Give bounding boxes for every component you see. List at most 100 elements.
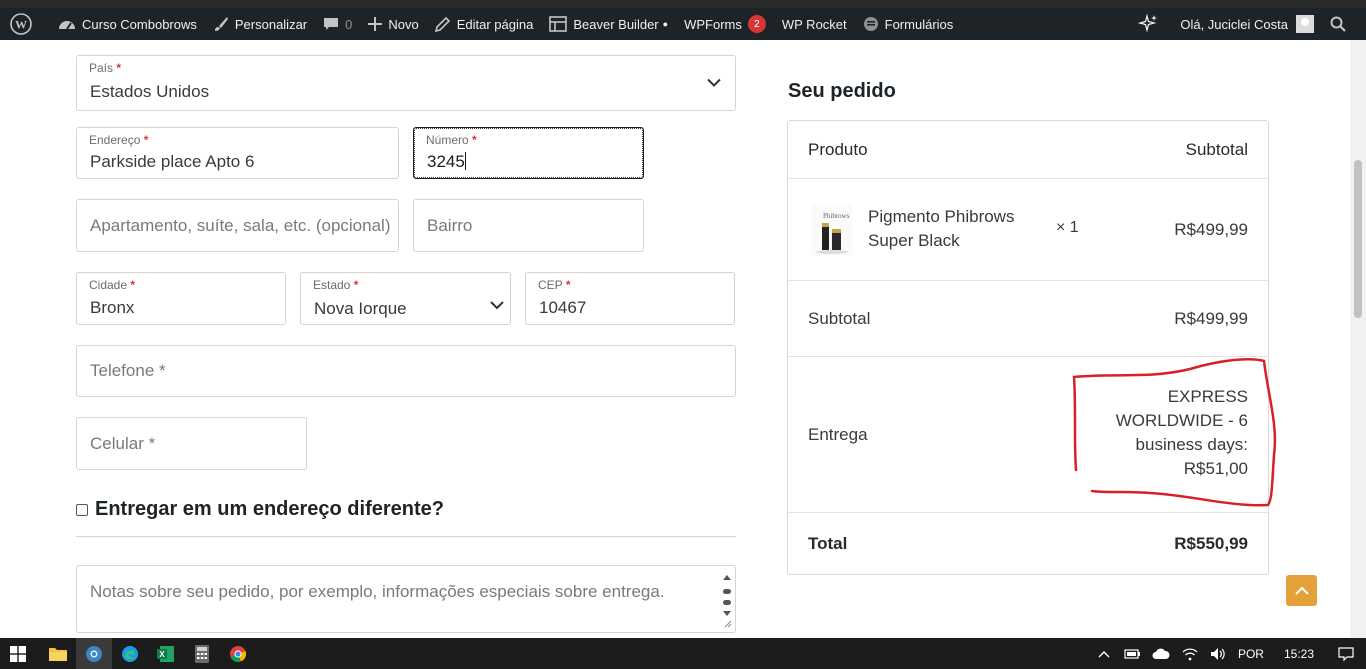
beaver-builder-menu[interactable]: Beaver Builder ● <box>541 8 676 40</box>
chevron-up-icon <box>1294 586 1309 595</box>
order-title: Seu pedido <box>788 80 896 102</box>
country-select[interactable]: País * Estados Unidos <box>76 55 736 111</box>
pencil-icon <box>434 16 450 32</box>
file-explorer-button[interactable] <box>40 638 76 669</box>
svg-text:Phibrows: Phibrows <box>823 212 850 220</box>
phone-field[interactable]: Telefone * <box>76 345 736 397</box>
total-label: Total <box>808 533 848 553</box>
apartment-field[interactable]: Apartamento, suíte, sala, etc. (opcional… <box>76 199 399 252</box>
calculator-button[interactable] <box>184 638 220 669</box>
city-value: Bronx <box>90 298 135 317</box>
greeting-label: Olá, Juciclei Costa <box>1180 16 1288 32</box>
excel-button[interactable]: X <box>148 638 184 669</box>
state-label: Estado * <box>313 278 359 292</box>
status-dot-icon: ● <box>662 19 669 29</box>
apartment-placeholder: Apartamento, suíte, sala, etc. (opcional… <box>90 215 391 235</box>
wpforms-menu[interactable]: WPForms 2 <box>676 8 774 40</box>
windows-taskbar: X POR 15:23 <box>0 638 1366 669</box>
account-menu[interactable]: Olá, Juciclei Costa <box>1172 8 1322 40</box>
checkout-page: País * Estados Unidos Endereço * Parksid… <box>0 40 1350 638</box>
page-scrollbar[interactable] <box>1350 40 1366 638</box>
search-button[interactable] <box>1322 8 1366 40</box>
customize-link[interactable]: Personalizar <box>205 8 315 40</box>
product-name: Pigmento Phibrows Super Black <box>868 207 1015 250</box>
total-value: R$550,99 <box>1174 533 1248 553</box>
edge-button[interactable] <box>112 638 148 669</box>
new-content-menu[interactable]: Novo <box>360 8 426 40</box>
forms-menu[interactable]: Formulários <box>855 8 962 40</box>
comments-count: 0 <box>345 16 353 32</box>
country-label: País * <box>89 61 122 75</box>
customize-label: Personalizar <box>234 16 308 32</box>
city-field[interactable]: Cidade * Bronx <box>76 272 286 325</box>
zip-field[interactable]: CEP * 10467 <box>525 272 735 325</box>
ship-different-label: Entregar em um endereço diferente? <box>95 498 444 520</box>
zip-label: CEP * <box>538 278 571 292</box>
number-label: Número * <box>426 133 477 147</box>
edit-page-link[interactable]: Editar página <box>427 8 542 40</box>
number-value: 3245 <box>427 152 466 171</box>
browser-icon <box>86 645 102 662</box>
comments-link[interactable]: 0 <box>315 8 360 40</box>
textarea-scrollbar[interactable] <box>722 572 732 628</box>
zip-value: 10467 <box>539 298 587 317</box>
address-field[interactable]: Endereço * Parkside place Apto 6 <box>76 127 399 179</box>
chrome-icon <box>230 645 247 662</box>
battery-plug-icon[interactable] <box>1122 648 1140 660</box>
chevron-up-icon[interactable] <box>1098 650 1110 658</box>
folder-icon <box>49 648 67 661</box>
col-subtotal: Subtotal <box>1185 139 1248 159</box>
order-notes-placeholder: Notas sobre seu pedido, por exemplo, inf… <box>90 582 665 601</box>
chevron-down-icon <box>490 301 504 310</box>
chrome-dev-button[interactable] <box>76 638 112 669</box>
volume-icon[interactable] <box>1210 647 1226 661</box>
mobile-placeholder: Celular * <box>90 433 156 453</box>
wordpress-logo-menu[interactable]: W <box>0 8 50 40</box>
neighborhood-placeholder: Bairro <box>427 215 473 235</box>
order-notes-textarea[interactable]: Notas sobre seu pedido, por exemplo, inf… <box>76 565 736 633</box>
phone-placeholder: Telefone * <box>90 361 166 380</box>
windows-logo-icon <box>10 645 26 662</box>
scrollbar-thumb[interactable] <box>1354 160 1362 318</box>
plus-icon <box>368 17 383 31</box>
beaver-builder-label: Beaver Builder <box>573 16 659 32</box>
start-button[interactable] <box>0 638 36 669</box>
clock[interactable]: 15:23 <box>1284 647 1314 661</box>
input-language[interactable]: POR <box>1238 647 1264 661</box>
country-value: Estados Unidos <box>90 82 210 101</box>
new-label: Novo <box>388 16 419 32</box>
site-name-menu[interactable]: Curso Combobrows <box>50 8 205 40</box>
ship-different-toggle[interactable]: Entregar em um endereço diferente? <box>76 498 444 521</box>
forms-label: Formulários <box>884 16 954 32</box>
subtotal-row: Subtotal R$499,99 <box>788 281 1268 357</box>
edit-page-label: Editar página <box>456 16 534 32</box>
neighborhood-field[interactable]: Bairro <box>413 199 644 252</box>
wifi-icon[interactable] <box>1182 647 1198 661</box>
excel-icon: X <box>157 645 174 662</box>
state-select[interactable]: Estado * Nova Iorque <box>300 272 511 325</box>
product-qty: × 1 <box>1056 219 1079 236</box>
beaver-builder-icon <box>549 16 568 32</box>
chrome-button[interactable] <box>220 638 256 669</box>
number-field[interactable]: Número * 3245 <box>413 127 644 179</box>
divider <box>76 536 736 537</box>
wordpress-icon: W <box>10 13 32 35</box>
notification-icon[interactable] <box>1338 646 1354 661</box>
ship-different-checkbox[interactable] <box>76 503 88 516</box>
product-thumbnail: Phibrows <box>812 205 852 255</box>
wp-rocket-label: WP Rocket <box>781 16 847 32</box>
mobile-field[interactable]: Celular * <box>76 417 307 470</box>
svg-text:X: X <box>159 650 165 659</box>
chevron-down-icon <box>707 78 721 87</box>
col-product: Produto <box>808 139 868 159</box>
ai-assistant-button[interactable] <box>1130 8 1172 40</box>
avatar <box>1296 15 1314 33</box>
forms-icon <box>863 17 878 31</box>
svg-text:W: W <box>15 18 27 32</box>
cloud-icon[interactable] <box>1152 648 1170 660</box>
wp-admin-bar: W Curso Combobrows Personalizar 0 Novo E… <box>0 8 1366 40</box>
total-row: Total R$550,99 <box>788 513 1268 574</box>
sparkle-icon <box>1138 14 1158 33</box>
wp-rocket-menu[interactable]: WP Rocket <box>774 8 855 40</box>
back-to-top-button[interactable] <box>1286 575 1317 606</box>
